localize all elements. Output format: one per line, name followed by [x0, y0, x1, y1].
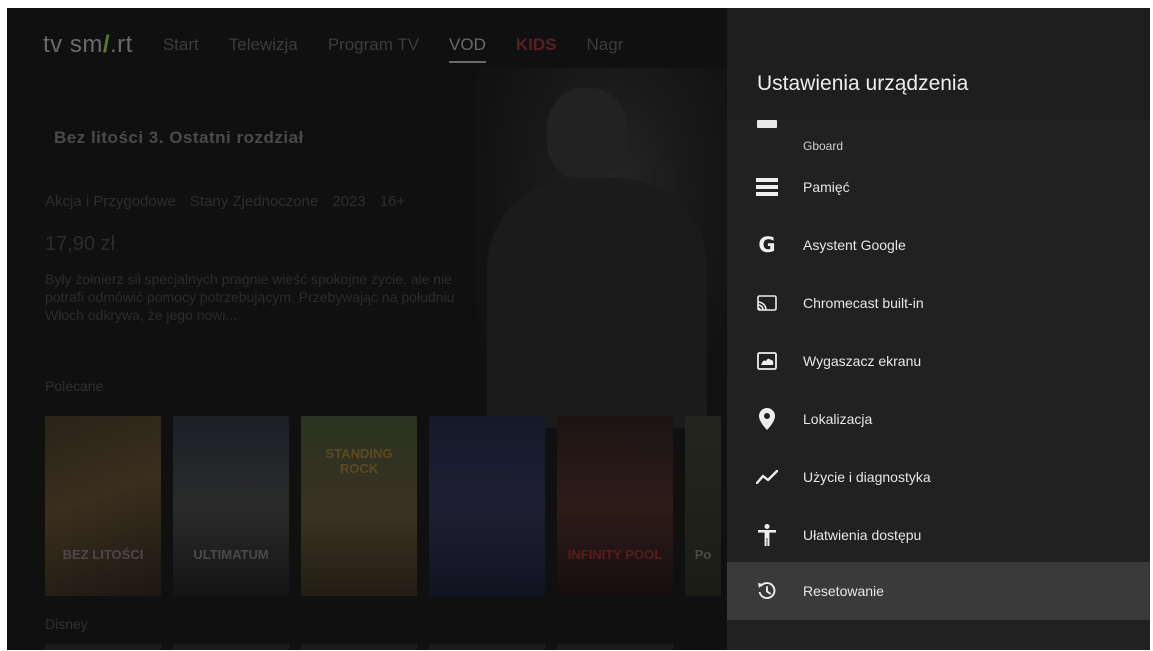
movie-year: 2023 — [332, 193, 366, 210]
reset-history-icon — [755, 580, 779, 602]
settings-item-label: Asystent Google — [803, 237, 906, 253]
settings-item-label: Chromecast built-in — [803, 295, 924, 311]
top-navigation: tv sm/.rt Start Telewizja Program TV VOD… — [43, 30, 624, 63]
settings-item-label: Lokalizacja — [803, 411, 873, 427]
screensaver-icon — [755, 350, 779, 372]
nav-start[interactable]: Start — [163, 35, 199, 55]
keyboard-icon — [757, 120, 777, 128]
nav-telewizja[interactable]: Telewizja — [229, 35, 298, 55]
poster-tile[interactable]: BEZ LITOŚCI — [45, 416, 161, 596]
nav-program-tv[interactable]: Program TV — [328, 35, 419, 55]
poster-tile[interactable] — [429, 416, 545, 596]
settings-item-resetowanie[interactable]: Resetowanie — [727, 562, 1150, 620]
settings-item-wygaszacz[interactable]: Wygaszacz ekranu — [727, 332, 1150, 390]
nav-nagrania[interactable]: Nagr — [587, 35, 624, 55]
settings-item-label: Pamięć — [803, 179, 850, 195]
settings-item-label: Gboard — [803, 139, 844, 153]
movie-meta: Akcja i Przygodowe Stany Zjednoczone 202… — [45, 193, 405, 210]
google-g-icon: G — [758, 233, 776, 257]
poster-tile[interactable] — [429, 644, 545, 650]
diagnostics-trend-icon — [755, 466, 779, 488]
poster-tile[interactable]: ULTIMATUM — [173, 416, 289, 596]
app-logo: tv sm/.rt — [43, 31, 133, 58]
poster-tile[interactable]: Po — [685, 416, 721, 596]
movie-country: Stany Zjednoczone — [189, 193, 319, 210]
poster-tile[interactable] — [45, 644, 161, 650]
movie-genre: Akcja i Przygodowe — [45, 193, 176, 210]
settings-item-pamiec[interactable]: Pamięć — [727, 158, 1150, 216]
second-row — [45, 644, 673, 650]
panel-title: Ustawienia urządzenia — [757, 72, 969, 95]
hero-image — [477, 68, 727, 428]
storage-icon — [755, 176, 779, 198]
settings-item-lokalizacja[interactable]: Lokalizacja — [727, 390, 1150, 448]
tv-screen: tv sm/.rt Start Telewizja Program TV VOD… — [7, 8, 1150, 650]
movie-title: Bez litości 3. Ostatni rozdział — [54, 128, 304, 147]
movie-price: 17,90 zł — [45, 233, 116, 255]
settings-item-asystent-google[interactable]: G Asystent Google — [727, 216, 1150, 274]
settings-item-diagnostyka[interactable]: Użycie i diagnostyka — [727, 448, 1150, 506]
settings-item-label: Ułatwienia dostępu — [803, 527, 922, 543]
panel-header: Ustawienia urządzenia — [727, 8, 1150, 120]
poster-tile[interactable] — [301, 644, 417, 650]
settings-item-label: Użycie i diagnostyka — [803, 469, 931, 485]
poster-tile[interactable]: INFINITY POOL — [557, 416, 673, 596]
settings-item-label: Wygaszacz ekranu — [803, 353, 922, 369]
background-app: tv sm/.rt Start Telewizja Program TV VOD… — [7, 8, 727, 650]
location-pin-icon — [755, 408, 779, 430]
section-second-title: Disney — [45, 616, 88, 632]
nav-kids[interactable]: KIDS — [516, 35, 557, 55]
movie-age-rating: 16+ — [379, 193, 406, 210]
poster-tile[interactable] — [173, 644, 289, 650]
recommended-row: BEZ LITOŚCI ULTIMATUM STANDING ROCK INFI… — [45, 416, 721, 596]
poster-tile[interactable]: STANDING ROCK — [301, 416, 417, 596]
accessibility-icon — [755, 524, 779, 546]
nav-vod[interactable]: VOD — [449, 35, 486, 63]
poster-tile[interactable] — [557, 644, 673, 650]
cast-icon — [755, 292, 779, 314]
device-settings-panel: Ustawienia urządzenia Gboard Pamięć G As… — [727, 8, 1150, 650]
settings-item-chromecast[interactable]: Chromecast built-in — [727, 274, 1150, 332]
section-recommended-title: Polecane — [45, 378, 104, 394]
movie-description: Były żołnierz sił specjalnych pragnie wi… — [45, 271, 455, 323]
settings-item-ulatwienia[interactable]: Ułatwienia dostępu — [727, 506, 1150, 564]
settings-item-label: Resetowanie — [803, 583, 884, 599]
